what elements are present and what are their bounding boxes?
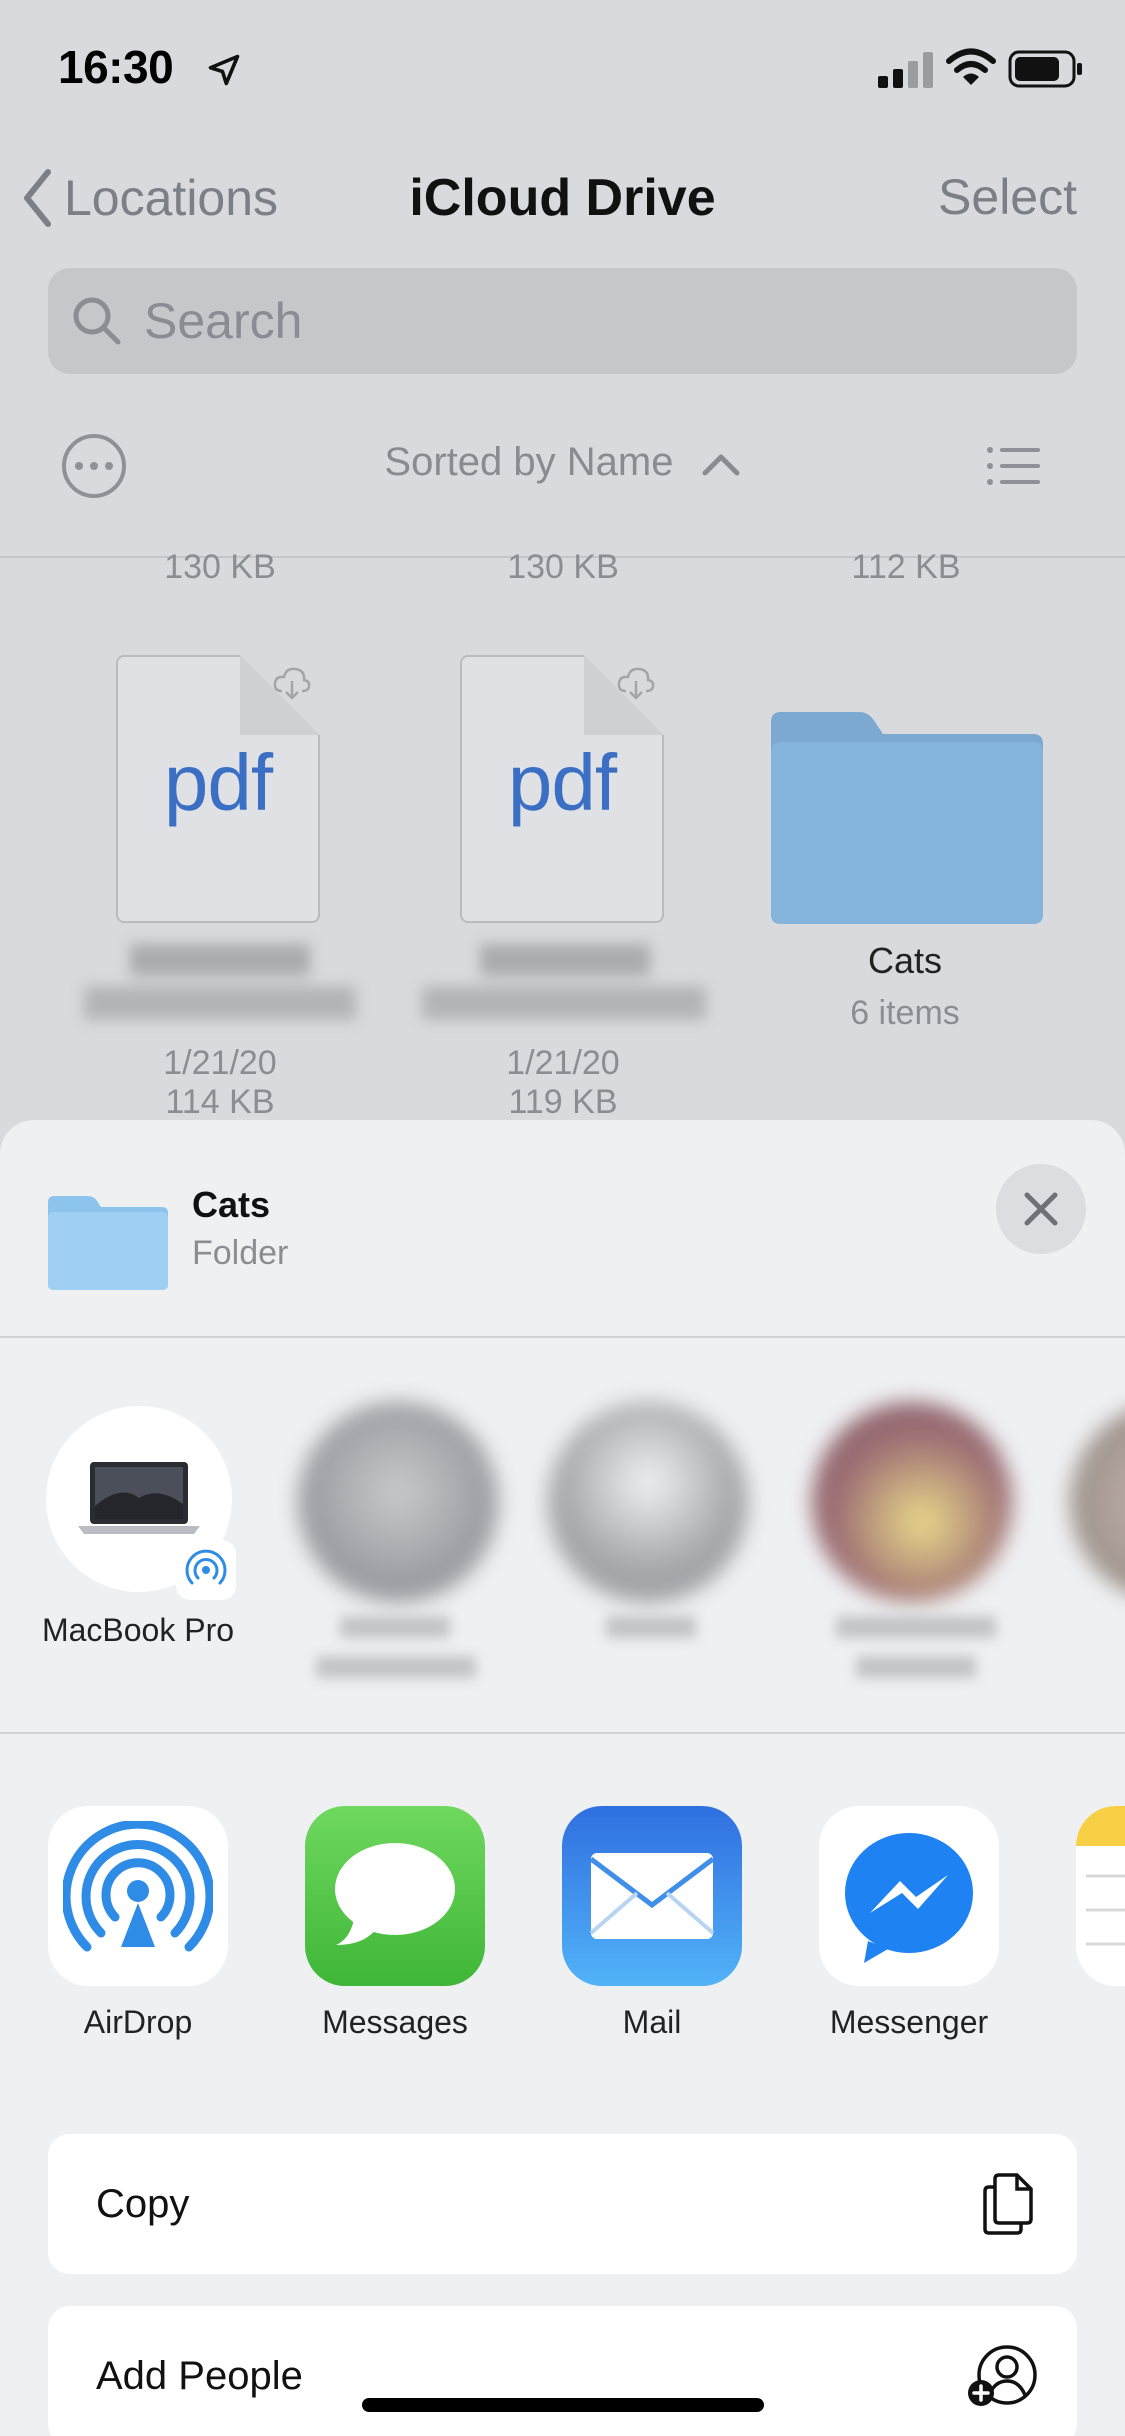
airdrop-badge-icon bbox=[176, 1540, 236, 1600]
pdf-label: pdf bbox=[507, 738, 617, 827]
copy-label: Copy bbox=[96, 2181, 190, 2226]
divider bbox=[0, 1336, 1125, 1338]
cloud-download-icon bbox=[617, 667, 655, 700]
signal-icon bbox=[878, 52, 933, 88]
copy-action[interactable]: Copy bbox=[48, 2134, 1077, 2274]
file-date: 1/21/20 bbox=[163, 1044, 277, 1082]
contact-name-redacted bbox=[316, 1616, 476, 1678]
home-indicator[interactable] bbox=[362, 2398, 764, 2412]
file-size: 130 KB bbox=[164, 548, 276, 586]
messenger-icon bbox=[845, 1833, 973, 1963]
file-size: 112 KB bbox=[851, 548, 961, 586]
file-size: 114 KB bbox=[165, 1083, 275, 1121]
app-label: Messages bbox=[322, 2004, 468, 2040]
sort-label: Sorted by Name bbox=[384, 440, 674, 484]
files-app-background: 16:30 Locations iCloud Drive Select Sear… bbox=[0, 0, 1125, 1130]
contact-name-redacted bbox=[836, 1616, 996, 1678]
contact-avatar[interactable] bbox=[1070, 1402, 1125, 1602]
messages-app-button[interactable] bbox=[305, 1806, 485, 1986]
mail-app-button[interactable] bbox=[562, 1806, 742, 1986]
folder-icon bbox=[48, 1196, 168, 1290]
messages-icon bbox=[335, 1843, 455, 1945]
share-sheet-header: Cats Folder bbox=[0, 1120, 1125, 1338]
sort-control[interactable]: Sorted by Name bbox=[0, 440, 1125, 485]
contact-name-redacted bbox=[606, 1616, 696, 1638]
close-icon bbox=[1024, 1192, 1058, 1226]
location-arrow-icon bbox=[208, 54, 240, 86]
search-icon bbox=[73, 297, 121, 345]
messenger-app-button[interactable] bbox=[819, 1806, 999, 1986]
pdf-label: pdf bbox=[163, 738, 273, 827]
app-label: Mail bbox=[622, 2004, 682, 2040]
add-people-action[interactable]: Add People bbox=[48, 2306, 1077, 2436]
share-sheet: Cats Folder MacBook Pro AirDrop Messages… bbox=[0, 1120, 1125, 2436]
mail-icon bbox=[589, 1853, 715, 1939]
add-people-label: Add People bbox=[96, 2353, 303, 2398]
file-size: 119 KB bbox=[508, 1083, 618, 1121]
search-placeholder: Search bbox=[144, 293, 303, 349]
add-people-icon bbox=[968, 2345, 1037, 2406]
contact-avatar[interactable] bbox=[812, 1402, 1012, 1602]
file-size: 130 KB bbox=[507, 548, 619, 586]
search-field[interactable]: Search bbox=[48, 268, 1077, 374]
pdf-thumbnail[interactable]: pdf bbox=[116, 655, 320, 923]
cloud-download-icon bbox=[273, 667, 311, 700]
folder-name: Cats bbox=[867, 940, 943, 981]
contact-avatar[interactable] bbox=[298, 1402, 498, 1602]
copy-icon bbox=[983, 2173, 1033, 2235]
airdrop-icon bbox=[63, 1821, 213, 1952]
wifi-icon bbox=[946, 48, 996, 85]
file-name-redacted bbox=[422, 944, 706, 1020]
close-button[interactable] bbox=[996, 1164, 1086, 1254]
pdf-thumbnail[interactable]: pdf bbox=[460, 655, 664, 923]
status-time: 16:30 bbox=[58, 41, 174, 93]
select-button[interactable]: Select bbox=[938, 168, 1077, 226]
divider bbox=[0, 1732, 1125, 1734]
airdrop-app-button[interactable] bbox=[48, 1806, 228, 1986]
notes-app-button[interactable] bbox=[1076, 1806, 1125, 1986]
file-date: 1/21/20 bbox=[506, 1044, 620, 1082]
app-label: AirDrop bbox=[83, 2004, 193, 2040]
chevron-up-icon bbox=[702, 454, 740, 476]
list-view-icon[interactable] bbox=[986, 446, 1040, 486]
battery-icon bbox=[1008, 50, 1082, 88]
folder-icon[interactable] bbox=[771, 712, 1043, 924]
share-item-title: Cats bbox=[192, 1184, 271, 1225]
folder-item-count: 6 items bbox=[850, 994, 960, 1032]
notes-icon bbox=[1076, 1806, 1125, 1946]
file-name-redacted bbox=[84, 944, 356, 1020]
app-label: Messenger bbox=[829, 2004, 989, 2040]
airdrop-device-label: MacBook Pro bbox=[41, 1612, 235, 1648]
contact-avatar[interactable] bbox=[548, 1402, 748, 1602]
share-item-subtitle: Folder bbox=[192, 1234, 289, 1272]
